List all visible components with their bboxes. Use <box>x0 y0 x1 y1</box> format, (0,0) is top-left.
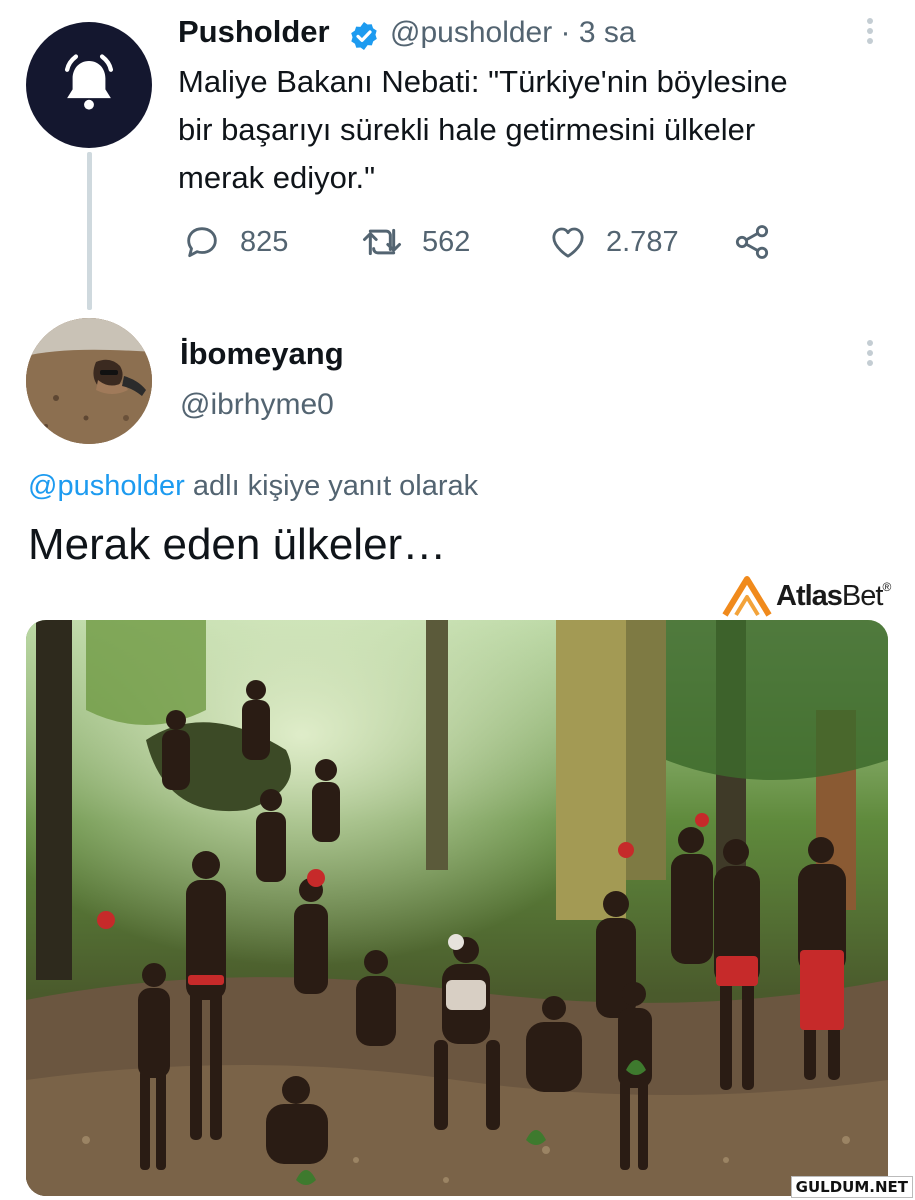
atlasbet-registered-mark: ® <box>882 580 892 594</box>
attached-photo[interactable] <box>26 620 888 1196</box>
reply-author-name[interactable]: İbomeyang <box>180 336 344 372</box>
atlasbet-watermark: AtlasBet ® <box>722 574 891 618</box>
retweet-count: 562 <box>422 225 471 258</box>
share-button[interactable] <box>732 222 772 262</box>
atlasbet-wordmark: AtlasBet <box>776 579 884 613</box>
share-icon <box>735 225 769 259</box>
reply-text: Merak eden ülkeler… <box>28 520 447 569</box>
atlasbet-brand-light: Bet <box>841 579 884 612</box>
reply-bubble-icon <box>187 227 217 258</box>
thread-connector-line <box>87 152 92 310</box>
tweet-text: Maliye Bakanı Nebati: "Türkiye'nin böyle… <box>178 64 788 195</box>
reply-button[interactable]: 825 <box>182 222 288 262</box>
atlasbet-logo-icon <box>722 576 772 617</box>
retweet-button[interactable]: 562 <box>360 222 470 262</box>
verified-badge-icon <box>351 22 377 50</box>
forest-group-photo <box>26 620 888 1196</box>
avatar-photo-image <box>26 318 152 444</box>
reply-author-handle[interactable]: @ibrhyme0 <box>180 388 334 422</box>
tweet-more-menu-icon[interactable] <box>866 18 874 44</box>
heart-icon <box>552 227 584 258</box>
tweet-author-name[interactable]: Pusholder <box>178 14 330 50</box>
bell-icon <box>64 54 114 110</box>
ibomeyang-avatar[interactable] <box>26 318 152 444</box>
reply-more-menu-icon[interactable] <box>866 340 874 366</box>
like-count: 2.787 <box>606 225 679 258</box>
retweet-icon <box>363 228 401 256</box>
tweet-author-handle-time[interactable]: @pusholder · 3 sa <box>390 16 636 50</box>
pusholder-avatar[interactable] <box>26 22 152 148</box>
atlasbet-brand-bold: Atlas <box>776 579 843 612</box>
replying-to-suffix: adlı kişiye yanıt olarak <box>184 470 479 502</box>
replying-to-line: @pusholder adlı kişiye yanıt olarak <box>28 470 478 503</box>
guldum-site-watermark: GULDUM.NET <box>790 1176 913 1198</box>
reply-count: 825 <box>240 225 289 258</box>
like-button[interactable]: 2.787 <box>548 222 679 262</box>
replying-to-mention-link[interactable]: @pusholder <box>28 470 185 502</box>
